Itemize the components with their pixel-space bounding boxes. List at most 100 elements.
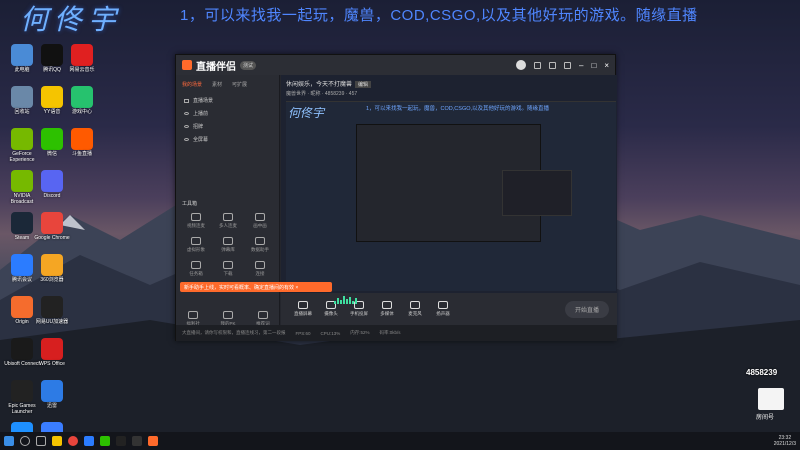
desktop-shortcut[interactable]: 游戏中心: [64, 86, 100, 115]
search-icon[interactable]: [20, 436, 30, 446]
room-meta: 魔兽世界 · 昵称 · 4858239 · 457: [286, 91, 358, 97]
tool-danmaku[interactable]: 弹幕库: [212, 237, 244, 253]
close-icon[interactable]: ×: [295, 285, 298, 291]
close-icon[interactable]: ×: [604, 61, 609, 70]
desktop-shortcut[interactable]: WPS Office: [34, 338, 70, 367]
status-memory: 内存:52%: [350, 330, 370, 335]
streaming-app-icon[interactable]: [148, 436, 158, 446]
app-icon[interactable]: [132, 436, 142, 446]
avatar[interactable]: [516, 60, 527, 70]
desktop-shortcut[interactable]: 网易UU加速器: [34, 296, 70, 325]
source-label: 上播前: [193, 111, 209, 117]
tip-banner[interactable]: 新手助手上线，实时可看概率、确定直播间的有效 ×: [180, 282, 332, 292]
task-view-icon[interactable]: [36, 436, 46, 446]
status-fps: FPS:60: [295, 330, 311, 336]
chart-icon: [255, 237, 265, 245]
room-title-text: 休闲娱乐，今天不打魔兽: [286, 82, 353, 88]
lock-icon[interactable]: [184, 98, 189, 103]
play-icon: [382, 301, 392, 309]
source-item[interactable]: 招牌: [176, 120, 279, 133]
minimize-icon[interactable]: –: [579, 61, 583, 70]
tool-video-link[interactable]: 视频连麦: [180, 213, 212, 229]
control-label: 麦克风: [408, 311, 422, 316]
control-media[interactable]: 多媒体: [373, 301, 401, 317]
desktop-shortcut[interactable]: Google Chrome: [34, 212, 70, 241]
group-icon: [223, 213, 233, 221]
start-icon[interactable]: [4, 436, 14, 446]
tab-scenes[interactable]: 我的场景: [182, 81, 202, 88]
tool-label: 虚拟形象: [187, 247, 205, 252]
video-icon: [191, 213, 201, 221]
nvidia-broadcast-icon: [11, 170, 33, 192]
control-screen[interactable]: 直播屏幕: [289, 301, 317, 317]
tool-download[interactable]: 下载: [212, 261, 244, 277]
qq-icon[interactable]: [116, 436, 126, 446]
browser-icon[interactable]: [84, 436, 94, 446]
eye-icon[interactable]: [184, 112, 189, 115]
title-bar[interactable]: 直播伴侣 测试 – □ ×: [176, 55, 615, 75]
room-title: 休闲娱乐，今天不打魔兽 编辑: [286, 79, 372, 88]
discord-icon: [41, 170, 63, 192]
game-center-icon: [71, 86, 93, 108]
version-badge: 测试: [240, 60, 257, 70]
origin-icon: [11, 296, 33, 318]
desktop-shortcut[interactable]: 斗鱼直播: [64, 128, 100, 157]
eye-icon[interactable]: [184, 125, 189, 128]
xunlei-icon: [41, 380, 63, 402]
settings-icon[interactable]: [549, 61, 557, 69]
tip-text: 新手助手上线，实时可看概率、确定直播间的有效: [184, 285, 295, 291]
control-label: 直播屏幕: [294, 311, 312, 316]
scene-item[interactable]: 直播场景: [176, 94, 279, 107]
tab-materials[interactable]: 素材: [212, 81, 222, 88]
control-mic[interactable]: 麦克风: [401, 301, 429, 317]
captured-desktop: 何佟宇 1，可以来找我一起玩，魔兽，COD,CSGO,以及其他好玩的游戏。随缘直…: [286, 101, 616, 291]
system-clock[interactable]: 23:32 2021/12/3: [774, 435, 796, 447]
home-icon: [222, 311, 233, 319]
room-widget-label: 房间号: [756, 415, 775, 421]
computer-icon: [11, 44, 33, 66]
inner-marquee: 1，可以来找我一起玩，魔兽，COD,CSGO,以及其他好玩的游戏。随缘直播: [366, 106, 550, 112]
room-widget-icon[interactable]: [758, 388, 784, 410]
desktop-shortcut[interactable]: 迅雷: [34, 380, 70, 409]
tool-data[interactable]: 数据助手: [244, 237, 276, 253]
desktop-shortcut[interactable]: Discord: [34, 170, 70, 199]
eye-icon[interactable]: [184, 138, 189, 141]
control-speaker[interactable]: 扬声器: [429, 301, 457, 317]
nested-window: [356, 124, 572, 242]
file-explorer-icon[interactable]: [52, 436, 62, 446]
desktop-shortcut[interactable]: 网易云音乐: [64, 44, 100, 73]
status-notice[interactable]: 大直播间，请你写权限和，直播连线习，第二一段报: [182, 330, 286, 336]
clock-date: 2021/12/3: [773, 441, 796, 447]
tool-multi-link[interactable]: 多人连麦: [212, 213, 244, 229]
desktop-shortcut-label: 360浏览器: [40, 277, 64, 283]
tool-pip[interactable]: 画中画: [244, 213, 276, 229]
tool-label: 视频连麦: [187, 223, 205, 228]
steam-icon: [11, 212, 33, 234]
download-icon: [223, 261, 233, 269]
link-icon: [255, 261, 265, 269]
source-item[interactable]: 全屏幕: [176, 133, 279, 146]
desktop-shortcut-label: Discord: [43, 193, 61, 199]
maximize-icon[interactable]: □: [591, 61, 596, 70]
source-item[interactable]: 上播前: [176, 107, 279, 120]
toolbox-title: 工具箱: [182, 201, 198, 207]
tool-avatar[interactable]: 虚拟形象: [180, 237, 212, 253]
menu-icon[interactable]: [564, 61, 572, 69]
status-bar: 大直播间，请你写权限和，直播连线习，第二一段报 FPS:60 CPU:13% 内…: [176, 325, 617, 341]
message-icon[interactable]: [534, 61, 542, 69]
streaming-app-window[interactable]: 直播伴侣 测试 – □ × 我的场景 素材 可扩展 直播场景 上播前 招牌 全屏…: [175, 54, 617, 341]
chrome-icon[interactable]: [68, 436, 78, 446]
upload-icon: [257, 311, 268, 319]
taskbar: 23:32 2021/12/3: [0, 432, 800, 450]
desktop-shortcut[interactable]: 360浏览器: [34, 254, 70, 283]
tool-connect[interactable]: 连接: [244, 261, 276, 277]
wechat-icon[interactable]: [100, 436, 110, 446]
desktop-shortcut-label: WPS Office: [39, 361, 65, 367]
start-stream-button[interactable]: 开始直播: [564, 300, 609, 318]
tab-extensions[interactable]: 可扩展: [232, 81, 247, 88]
avatar-icon: [191, 237, 201, 245]
tool-task[interactable]: 任务箱: [180, 261, 212, 277]
epic-icon: [11, 380, 33, 402]
streamer-logo: 何佟宇: [20, 3, 123, 36]
edit-tag[interactable]: 编辑: [355, 81, 372, 88]
